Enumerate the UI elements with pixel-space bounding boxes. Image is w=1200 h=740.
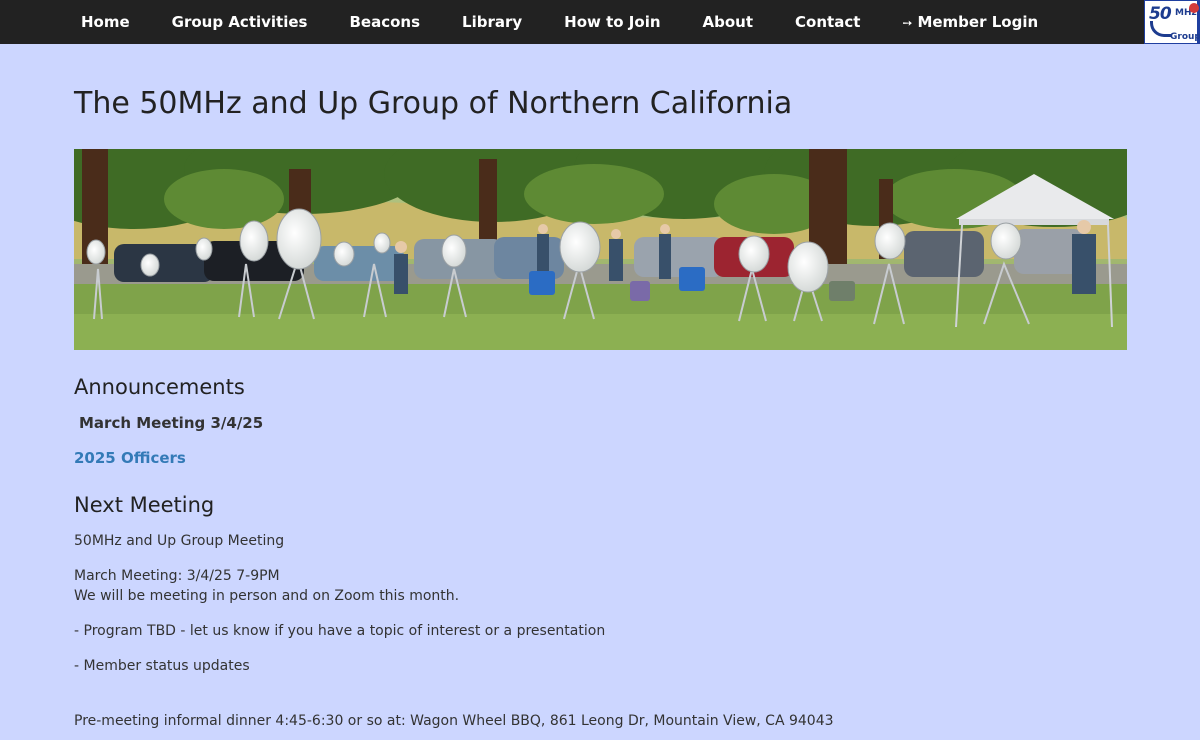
member-login-link[interactable]: ➙ Member Login	[881, 0, 1059, 44]
banner-photo-illustration	[74, 149, 1127, 350]
logo-dot	[1189, 3, 1199, 13]
meeting-name: 50MHz and Up Group Meeting	[74, 533, 285, 549]
page-title: The 50MHz and Up Group of Northern Calif…	[74, 86, 793, 121]
nav-beacons[interactable]: Beacons	[328, 0, 441, 44]
announcement-march-meeting: March Meeting 3/4/25	[79, 414, 264, 432]
sign-in-icon: ➙	[902, 16, 913, 30]
logo-background: 50 MHz Group	[1145, 1, 1200, 43]
agenda-item: - Member status updates	[74, 658, 250, 674]
dinner-info: Pre-meeting informal dinner 4:45-6:30 or…	[74, 713, 834, 729]
nav-contact[interactable]: Contact	[774, 0, 881, 44]
announcements-heading: Announcements	[74, 375, 245, 399]
top-navbar: Home Group Activities Beacons Library Ho…	[0, 0, 1200, 44]
nav-how-to-join[interactable]: How to Join	[543, 0, 681, 44]
member-login-label: Member Login	[917, 13, 1039, 31]
nav-home[interactable]: Home	[60, 0, 151, 44]
group-logo[interactable]: 50 MHz Group	[1144, 0, 1200, 44]
nav-library[interactable]: Library	[441, 0, 543, 44]
logo-50-text: 50	[1149, 4, 1172, 24]
meeting-date-line: March Meeting: 3/4/25 7-9PM	[74, 568, 280, 584]
meeting-mode-line: We will be meeting in person and on Zoom…	[74, 588, 460, 604]
logo-group-text: Group	[1170, 32, 1200, 42]
nav-group-activities[interactable]: Group Activities	[151, 0, 329, 44]
agenda-item: - Program TBD - let us know if you have …	[74, 623, 606, 639]
nav-menu: Home Group Activities Beacons Library Ho…	[60, 0, 1059, 44]
nav-about[interactable]: About	[682, 0, 775, 44]
next-meeting-heading: Next Meeting	[74, 493, 215, 517]
banner-image	[74, 149, 1127, 350]
officers-2025-link[interactable]: 2025 Officers	[74, 448, 186, 468]
